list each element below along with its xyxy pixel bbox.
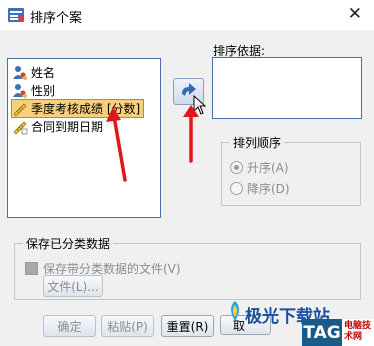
watermark-tag-caption: 电脑技术网 xyxy=(344,321,372,342)
list-item[interactable]: 合同到期日期 xyxy=(12,118,103,135)
window-title: 排序个案 xyxy=(30,11,83,26)
variable-label: 合同到期日期 xyxy=(31,120,104,134)
reset-button[interactable]: 重置(R) xyxy=(161,315,214,337)
ascending-radio[interactable]: 升序(A) xyxy=(230,159,289,176)
descending-label: 降序(D) xyxy=(247,182,290,196)
annotation-arrow-right xyxy=(183,105,199,163)
watermark-tag-badge: TAG xyxy=(302,319,342,346)
title-bar: 排序个案 ✕ xyxy=(0,0,374,30)
variable-label: 性别 xyxy=(31,84,56,98)
file-button[interactable]: 文件(L)... xyxy=(43,275,103,297)
variable-list[interactable]: 姓名 性别 季度考核成绩 [分数] 合同到期日期 xyxy=(7,58,161,218)
app-icon xyxy=(8,8,24,22)
watermark-tag: TAG 电脑技术网 xyxy=(302,319,374,346)
nominal-person-icon xyxy=(13,83,27,98)
close-icon[interactable]: ✕ xyxy=(348,4,362,24)
sort-order-title: 排列顺序 xyxy=(230,134,285,151)
sort-by-list[interactable] xyxy=(212,57,362,119)
radio-indicator xyxy=(230,161,243,174)
save-sorted-title: 保存已分类数据 xyxy=(23,235,114,252)
list-item[interactable]: 姓名 xyxy=(12,64,55,81)
sort-cases-dialog: 排序个案 ✕ 姓名 性别 季度考核成绩 [分数] 合同到期日期 排序依据: 排列… xyxy=(0,0,374,346)
variable-label: 姓名 xyxy=(31,66,56,80)
save-sorted-data-group: 保存已分类数据 保存带分类数据的文件(V) 文件(L)... xyxy=(14,235,361,300)
ascending-label: 升序(A) xyxy=(247,161,289,175)
list-item[interactable]: 性别 xyxy=(12,82,55,99)
scale-ruler-icon xyxy=(13,102,27,117)
radio-indicator xyxy=(230,182,243,195)
sort-order-group: 排列顺序 升序(A) 降序(D) xyxy=(221,134,361,206)
ok-button[interactable]: 确定 xyxy=(43,315,96,337)
annotation-arrow-left xyxy=(106,107,127,182)
descending-radio[interactable]: 降序(D) xyxy=(230,180,290,197)
nominal-person-icon xyxy=(13,65,27,80)
scale-ruler-icon xyxy=(13,120,28,135)
watermark-logo-icon xyxy=(231,301,239,321)
paste-button[interactable]: 粘贴(P) xyxy=(101,315,154,337)
checkbox-indicator xyxy=(25,262,38,275)
